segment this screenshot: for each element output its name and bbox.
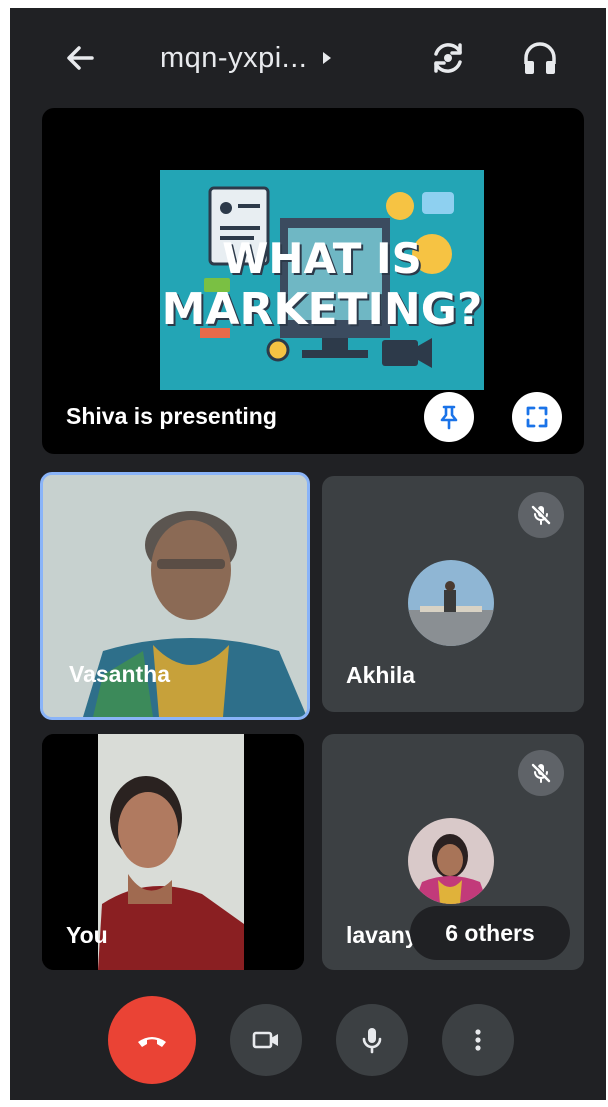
more-options-button[interactable] (442, 1004, 514, 1076)
pin-icon (440, 405, 458, 430)
caret-right-icon (323, 52, 332, 64)
presenter-label: Shiva is presenting (66, 403, 277, 429)
back-button[interactable] (58, 36, 102, 80)
camera-button[interactable] (230, 1004, 302, 1076)
avatar-photo (408, 818, 494, 904)
audio-output-button[interactable] (518, 36, 562, 80)
slide-title-line1: WHAT IS (222, 234, 422, 283)
participant-name: lavany (346, 922, 418, 948)
meet-call-screen: mqn-yxpi... WHAT IS MARKETING? Shiva is … (10, 8, 606, 1100)
meeting-code: mqn-yxpi... (160, 41, 308, 74)
end-call-button[interactable] (108, 996, 196, 1084)
others-button[interactable]: 6 others (410, 906, 570, 960)
microphone-button[interactable] (336, 1004, 408, 1076)
camera-icon (252, 1031, 278, 1049)
switch-camera-button[interactable] (426, 36, 470, 80)
meeting-title-button[interactable]: mqn-yxpi... (160, 38, 332, 78)
mic-off-badge (518, 492, 564, 538)
participant-name: Akhila (346, 662, 416, 688)
mic-icon (362, 1028, 382, 1054)
switch-camera-icon (434, 43, 462, 73)
top-bar: mqn-yxpi... (10, 8, 606, 104)
mic-off-icon (531, 505, 551, 525)
avatar (408, 818, 494, 904)
avatar (408, 560, 494, 646)
participant-tile[interactable]: Vasantha (40, 472, 310, 720)
participant-name: You (66, 922, 108, 948)
more-vert-icon (475, 1029, 481, 1051)
avatar-photo (408, 560, 494, 646)
mic-off-badge (518, 750, 564, 796)
back-arrow-icon (67, 46, 94, 70)
participant-tile[interactable]: Akhila (322, 476, 584, 712)
pin-button[interactable] (424, 392, 474, 442)
mic-off-icon (531, 763, 551, 783)
shared-slide: WHAT IS MARKETING? (160, 170, 484, 390)
slide-title-line2: MARKETING? (161, 284, 483, 335)
fullscreen-icon (526, 406, 548, 428)
end-call-icon (138, 1037, 166, 1047)
participant-name: Vasantha (69, 661, 170, 687)
headphones-icon (524, 42, 556, 74)
presentation-tile[interactable]: WHAT IS MARKETING? Shiva is presenting (42, 108, 584, 454)
participant-tile-self[interactable]: You (42, 734, 304, 970)
fullscreen-button[interactable] (512, 392, 562, 442)
